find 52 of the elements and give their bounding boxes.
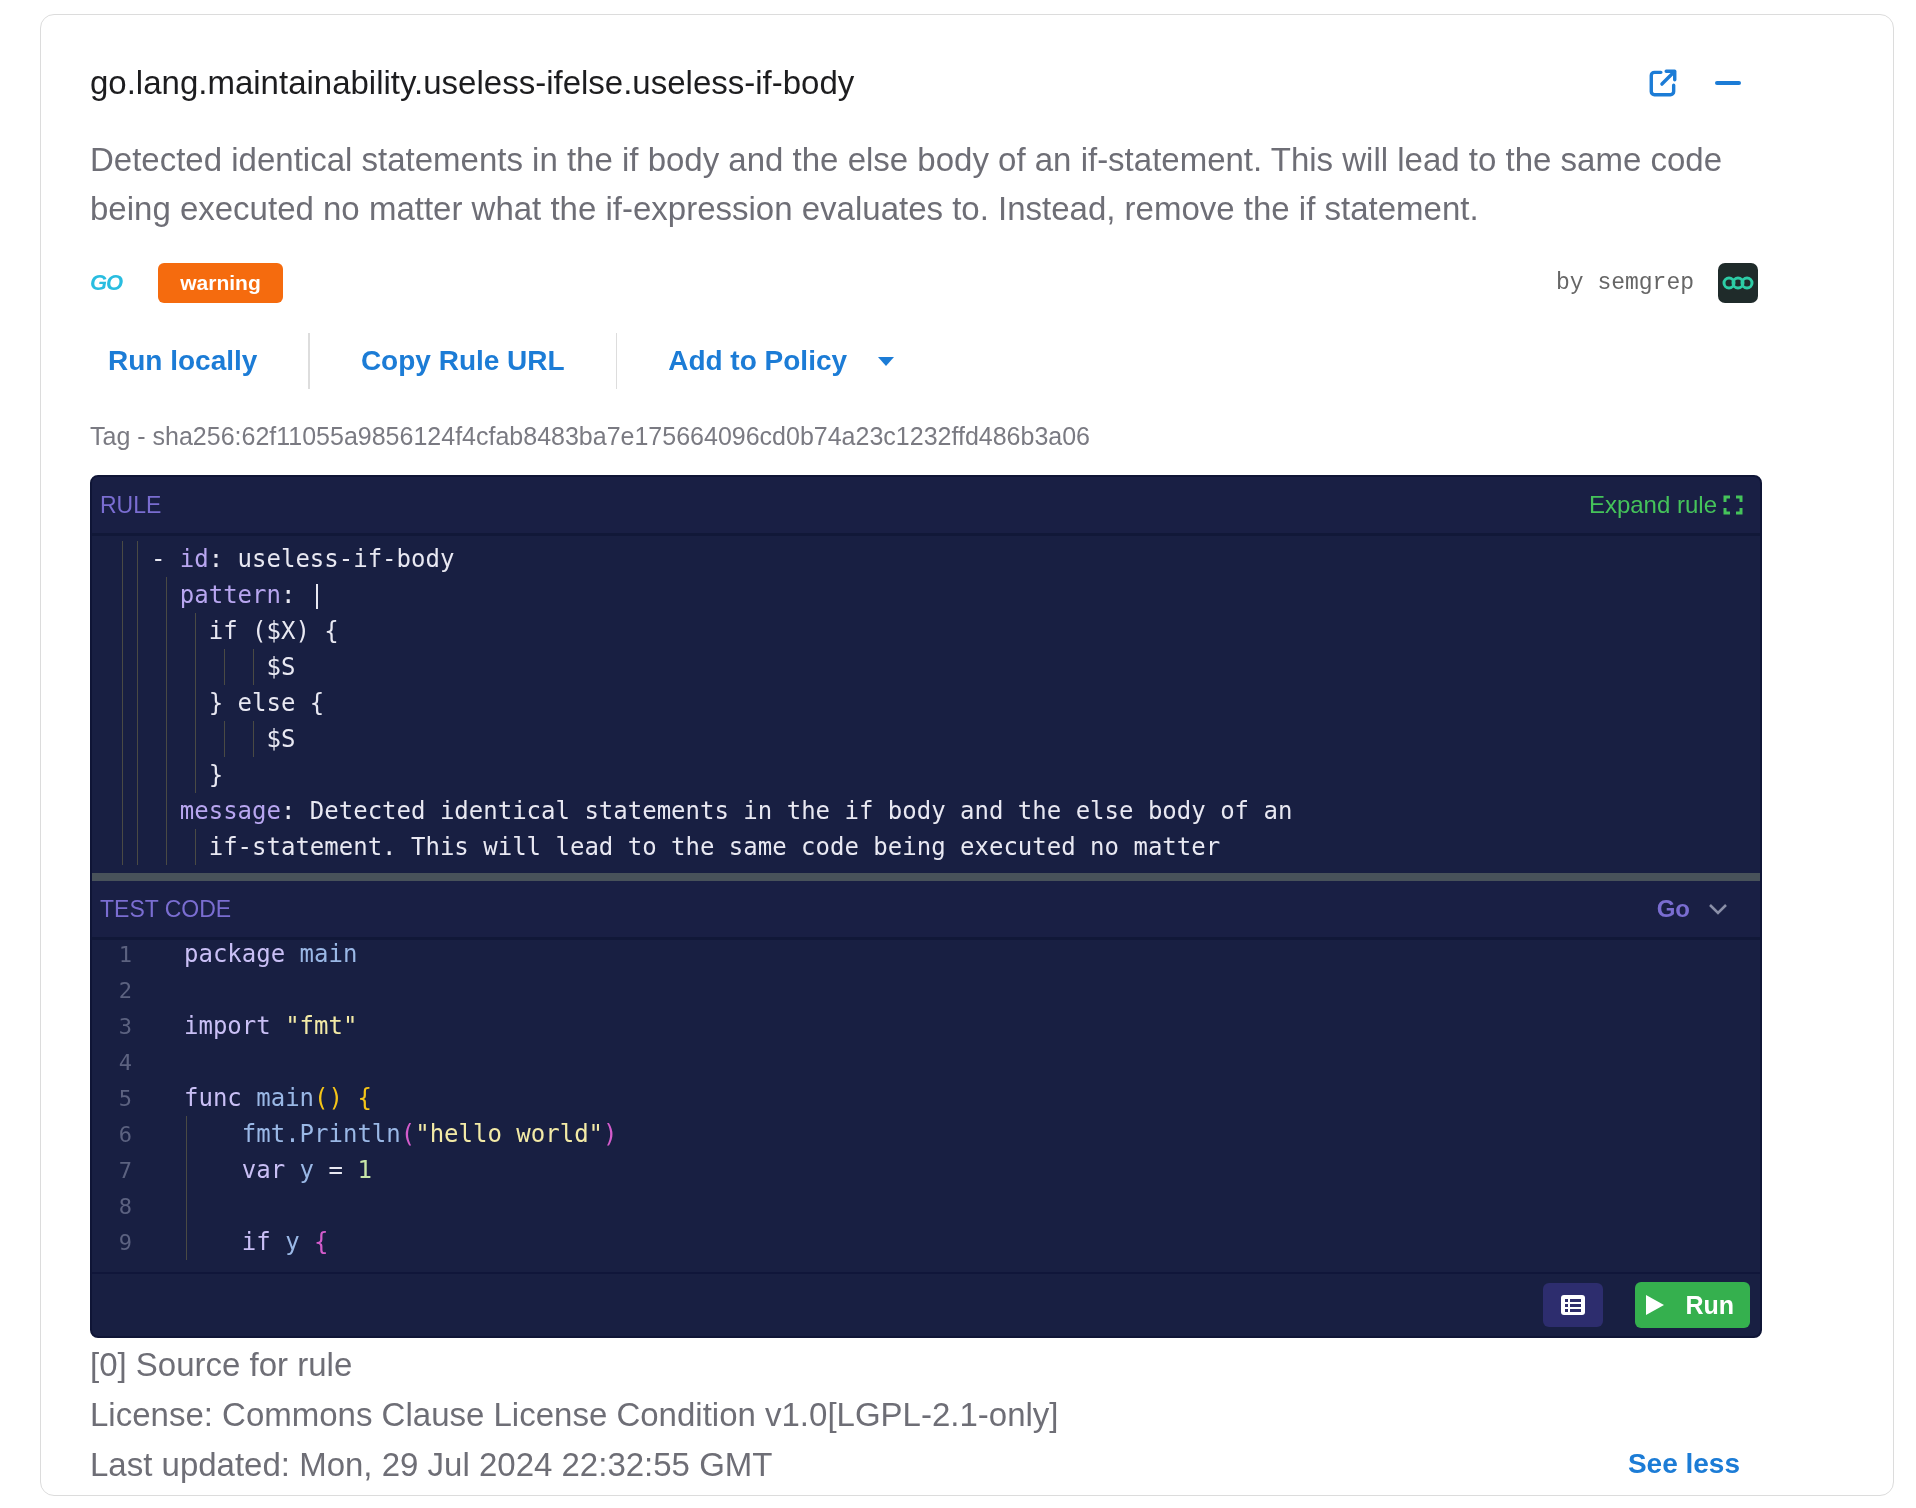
panel-title: TEST CODE (100, 895, 232, 923)
language-dropdown[interactable]: Go (1656, 895, 1728, 923)
footer-text: License: Commons Clause License Condition v1.0[LGPL-2.1-only] (90, 1395, 1059, 1435)
line-number: 9 (117, 1229, 132, 1255)
code-line: if-statement. This will lead to the same code being executed no matter (207, 833, 1221, 861)
code-line: func main() { (184, 1084, 372, 1112)
horizontal-scrollbar[interactable] (92, 873, 1760, 881)
footer-text: Last updated: Mon, 29 Jul 2024 22:32:55 GMT (90, 1445, 774, 1485)
play-icon (1645, 1294, 1666, 1316)
footer-text: [0] Source for rule (90, 1345, 354, 1385)
author-label: by semgrep (1555, 270, 1694, 296)
see-less-link[interactable]: See less (1627, 1448, 1740, 1480)
external-link-icon[interactable] (1647, 67, 1679, 99)
code-line: pattern: | (178, 581, 325, 609)
policy-dropdown[interactable]: Add to Policy (668, 345, 896, 377)
rule-description: Detected identical statements in the if body and the else body of an if-statement. This will lead to the same code being executed no matter what the if-expression evaluates to. Instead, remove the if statement. (90, 140, 1723, 229)
line-number: 6 (117, 1121, 132, 1147)
code-line: $S (265, 725, 296, 753)
expand-icon (1723, 495, 1743, 515)
action-link[interactable]: Copy Rule URL (360, 345, 565, 377)
panel-title: RULE (100, 491, 162, 519)
code-line: $S (265, 653, 296, 681)
run-button[interactable]: Run (1635, 1282, 1750, 1328)
caret-icon (877, 355, 896, 367)
line-number: 8 (117, 1193, 132, 1219)
severity-badge: warning (158, 263, 283, 303)
go-logo: GO (90, 270, 123, 296)
code-line: var y = 1 (240, 1156, 372, 1184)
code-line: if y { (240, 1228, 329, 1256)
code-line: } (207, 761, 224, 789)
code-line: message: Detected identical statements in the if body and the else body of an (178, 797, 1293, 825)
line-number: 7 (117, 1157, 132, 1183)
list-icon (1561, 1295, 1586, 1315)
line-number: 5 (117, 1085, 132, 1111)
rule-title: go.lang.maintainability.useless-ifelse.useless-if-body (90, 64, 855, 102)
expand-rule-link[interactable]: Expand rule (1588, 491, 1743, 519)
code-line: package main (184, 940, 358, 968)
line-number: 1 (117, 941, 132, 967)
chevron-down-icon (1708, 903, 1728, 915)
line-number: 3 (117, 1013, 132, 1039)
code-line: import "fmt" (184, 1012, 358, 1040)
line-number: 2 (117, 977, 132, 1003)
code-line: if ($X) { (207, 617, 339, 645)
semgrep-logo-icon (1718, 263, 1758, 303)
line-number: 4 (117, 1049, 132, 1075)
collapse-icon[interactable] (1715, 80, 1741, 86)
code-line: fmt.Println("hello world") (240, 1120, 618, 1148)
list-button[interactable] (1543, 1283, 1604, 1327)
tag-hash: Tag - sha256:62f11055a9856124f4cfab8483ba7e175664096cd0b74a23c1232ffd486b3a06 (90, 422, 1092, 451)
action-link[interactable]: Run locally (108, 345, 258, 377)
code-line: - id: useless-if-body (149, 545, 455, 573)
code-line: } else { (207, 689, 325, 717)
